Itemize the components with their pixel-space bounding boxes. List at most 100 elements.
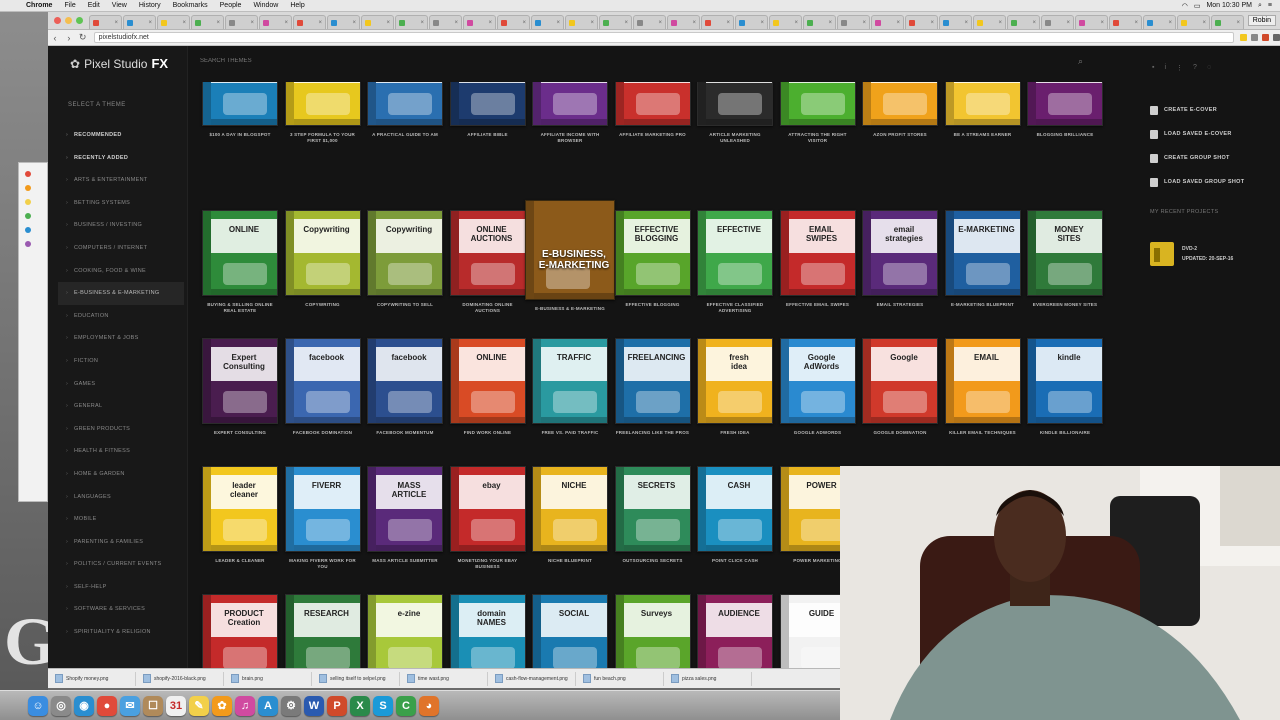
tab-close-icon[interactable]: × [284,20,288,26]
browser-tab[interactable]: × [667,15,700,29]
category-item[interactable]: COMPUTERS / INTERNET [58,237,184,260]
dock-app-store-icon[interactable]: A [258,695,278,716]
tab-close-icon[interactable]: × [148,20,152,26]
wifi-icon[interactable]: ◠ [1182,2,1188,10]
category-item[interactable]: SOFTWARE & SERVICES [58,598,184,621]
dock-safari-icon[interactable]: ◉ [74,695,94,716]
theme-cover[interactable]: VISITOR ATTRACTING THE RIGHT VISITOR [779,82,856,144]
browser-tab[interactable]: × [769,15,802,29]
theme-cover[interactable]: CASH POINT CLICK CASH [697,466,773,564]
tab-close-icon[interactable]: × [1168,20,1172,26]
spotlight-icon[interactable]: ⌕ [1258,2,1262,10]
category-item[interactable]: COOKING, FOOD & WINE [58,260,184,283]
download-item[interactable]: brain.png [228,671,312,686]
browser-tab[interactable]: × [327,15,360,29]
dock-word-icon[interactable]: W [304,695,324,716]
theme-cover[interactable]: MONEY SITES EVERGREEN MONEY SITES [1027,210,1103,308]
browser-tab[interactable]: × [1177,15,1210,29]
tab-close-icon[interactable]: × [964,20,968,26]
tab-close-icon[interactable]: × [386,20,390,26]
cover-thumbnail[interactable]: SECRETS [614,466,691,552]
menu-item-people[interactable]: People [214,2,248,9]
tab-close-icon[interactable]: × [250,20,254,26]
category-item[interactable]: MOBILE [58,508,184,531]
tab-close-icon[interactable]: × [726,20,730,26]
power-icon[interactable]: ◌ [1207,64,1211,72]
cover-thumbnail[interactable]: MASS ARTICLE [367,466,443,552]
star-bookmark-icon[interactable] [1239,34,1247,41]
tab-close-icon[interactable]: × [692,20,696,26]
browser-tab[interactable]: × [1007,15,1040,29]
cover-thumbnail[interactable]: ebay [449,466,526,552]
theme-cover[interactable]: RESEARCHRESEARCH MARKETING [284,594,361,672]
download-item[interactable]: Shopify money.png [52,671,136,686]
tab-close-icon[interactable]: × [216,20,220,26]
cover-thumbnail[interactable]: Copywriting [284,210,361,296]
chrome-menu-icon[interactable] [1272,34,1280,41]
app-logo[interactable]: ✿ Pixel Studio FX [70,56,168,71]
theme-cover[interactable]: Expert Consulting EXPERT CONSULTING [202,338,278,436]
extension-icon[interactable] [1250,34,1258,41]
cover-thumbnail[interactable]: EARNER [944,82,1021,126]
download-item[interactable]: time wast.png [404,671,488,686]
browser-tab[interactable]: × [1211,15,1244,29]
zoom-window-icon[interactable] [76,16,83,24]
theme-cover[interactable]: facebook FACEBOOK DOMINATION [284,338,361,436]
download-item[interactable]: shopify-2016-black.png [140,671,224,686]
cover-thumbnail[interactable]: TRAFFIC [532,338,608,424]
cover-thumbnail[interactable]: Google AdWords [779,338,856,424]
cover-thumbnail[interactable]: EFFECTIVE BLOGGING [614,210,691,296]
browser-tab[interactable]: × [837,15,870,29]
dock-firefox-icon[interactable]: ◕ [419,695,439,716]
category-item[interactable]: HOME & GARDEN [58,463,184,486]
theme-cover[interactable]: EMAIL KILLER EMAIL TECHNIQUES [944,338,1021,436]
theme-cover[interactable]: Google GOOGLE DOMINATION [862,338,938,436]
theme-cover[interactable]: Google AdWords GOOGLE ADWORDS [779,338,856,436]
download-item[interactable]: pizza sales.png [668,671,752,686]
cover-thumbnail[interactable]: EMAIL [944,338,1021,424]
category-item[interactable]: POLITICS / CURRENT EVENTS [58,553,184,576]
theme-cover[interactable]: Copywriting COPYWRITING [284,210,361,308]
tab-close-icon[interactable]: × [556,20,560,26]
tab-close-icon[interactable]: × [318,20,322,26]
cover-thumbnail[interactable]: azon [862,82,938,126]
browser-tab[interactable]: × [293,15,326,29]
theme-cover[interactable]: email strategies EMAIL STRATEGIES [862,210,938,308]
browser-tab[interactable]: × [633,15,666,29]
cover-thumbnail[interactable]: SOCIAL [532,594,608,672]
theme-cover[interactable]: E-BUSINESS, E-MARKETING E-BUSINESS & E-MA… [525,200,615,312]
tab-close-icon[interactable]: × [352,20,356,26]
browser-tab[interactable]: × [225,15,258,29]
cover-thumbnail[interactable]: PRODUCT Creation [202,594,278,672]
extension-icon[interactable] [1261,34,1269,41]
theme-cover[interactable]: azon AZON PROFIT STORES [862,82,938,138]
cover-thumbnail[interactable]: RESEARCH [284,594,361,672]
tab-close-icon[interactable]: × [590,20,594,26]
theme-cover[interactable]: SurveysSURVEYS [614,594,691,672]
theme-cover[interactable]: NICHE NICHE BLUEPRINT [532,466,608,564]
browser-tab[interactable]: × [973,15,1006,29]
cover-thumbnail[interactable]: AUDIENCE [697,594,773,672]
action-create-e-cover[interactable]: CREATE E-COVER [1150,98,1244,122]
theme-cover[interactable]: MASS ARTICLE MASS ARTICLE SUBMITTER [367,466,443,564]
minimize-window-icon[interactable] [65,16,72,24]
search-icon[interactable]: ⌕ [1078,56,1083,67]
cover-thumbnail[interactable]: FIVERR [284,466,361,552]
cover-thumbnail[interactable]: EMAIL SWIPES [779,210,856,296]
cover-thumbnail[interactable]: E-MARKETING [944,210,1021,296]
category-item[interactable]: RECOMMENDED [58,124,184,147]
cover-thumbnail[interactable]: facebook [367,338,443,424]
cover-thumbnail[interactable]: AFFILIATE MARKETING [367,82,443,126]
browser-tab[interactable]: × [565,15,598,29]
theme-cover[interactable]: SECRETS OUTSOURCING SECRETS [614,466,691,564]
menu-item-edit[interactable]: Edit [82,2,106,9]
tab-close-icon[interactable]: × [998,20,1002,26]
dock-launchpad-icon[interactable]: ◎ [51,695,71,716]
theme-cover[interactable]: INCOME AFFILIATE INCOME WITH BROWSER [532,82,608,144]
dock-itunes-icon[interactable]: ♫ [235,695,255,716]
cover-thumbnail[interactable]: ONLINE [202,210,278,296]
browser-tab[interactable]: × [1109,15,1142,29]
browser-tab[interactable]: × [463,15,496,29]
cover-thumbnail[interactable]: Expert Consulting [202,338,278,424]
category-item[interactable]: GAMES [58,373,184,396]
